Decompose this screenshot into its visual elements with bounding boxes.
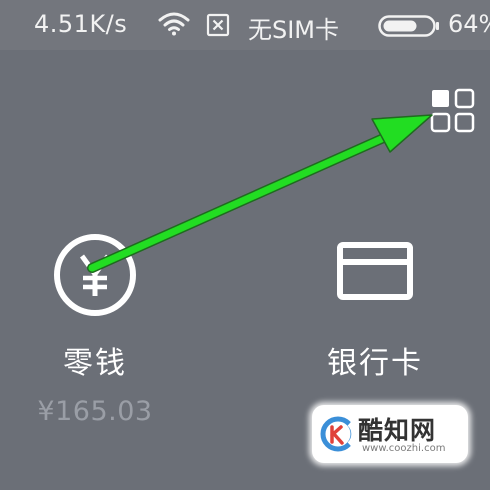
watermark-title: 酷知网 bbox=[358, 416, 437, 445]
wifi-icon bbox=[158, 12, 190, 36]
watermark-url: www.coozhi.com bbox=[362, 443, 446, 454]
sim-status: 无SIM卡 bbox=[248, 16, 340, 44]
card-icon bbox=[337, 242, 413, 300]
battery-percent: 64% bbox=[448, 10, 490, 38]
coozhi-logo-icon bbox=[320, 416, 356, 452]
bank-card-tile[interactable]: 银行卡 bbox=[300, 232, 450, 382]
network-speed: 4.51K/s bbox=[34, 10, 128, 38]
battery-icon bbox=[378, 15, 439, 37]
bank-card-label: 银行卡 bbox=[327, 346, 423, 381]
change-tile[interactable]: 零钱 ¥165.03 bbox=[30, 232, 160, 427]
grid-apps-icon[interactable] bbox=[430, 88, 476, 138]
change-amount: ¥165.03 bbox=[37, 396, 153, 427]
watermark-badge: 酷知网 www.coozhi.com bbox=[312, 405, 468, 463]
change-label: 零钱 bbox=[63, 346, 127, 381]
yuan-coin-icon bbox=[54, 234, 136, 316]
status-bar: 4.51K/s 无SIM卡 64% bbox=[0, 0, 490, 50]
sim-off-icon bbox=[206, 13, 230, 37]
